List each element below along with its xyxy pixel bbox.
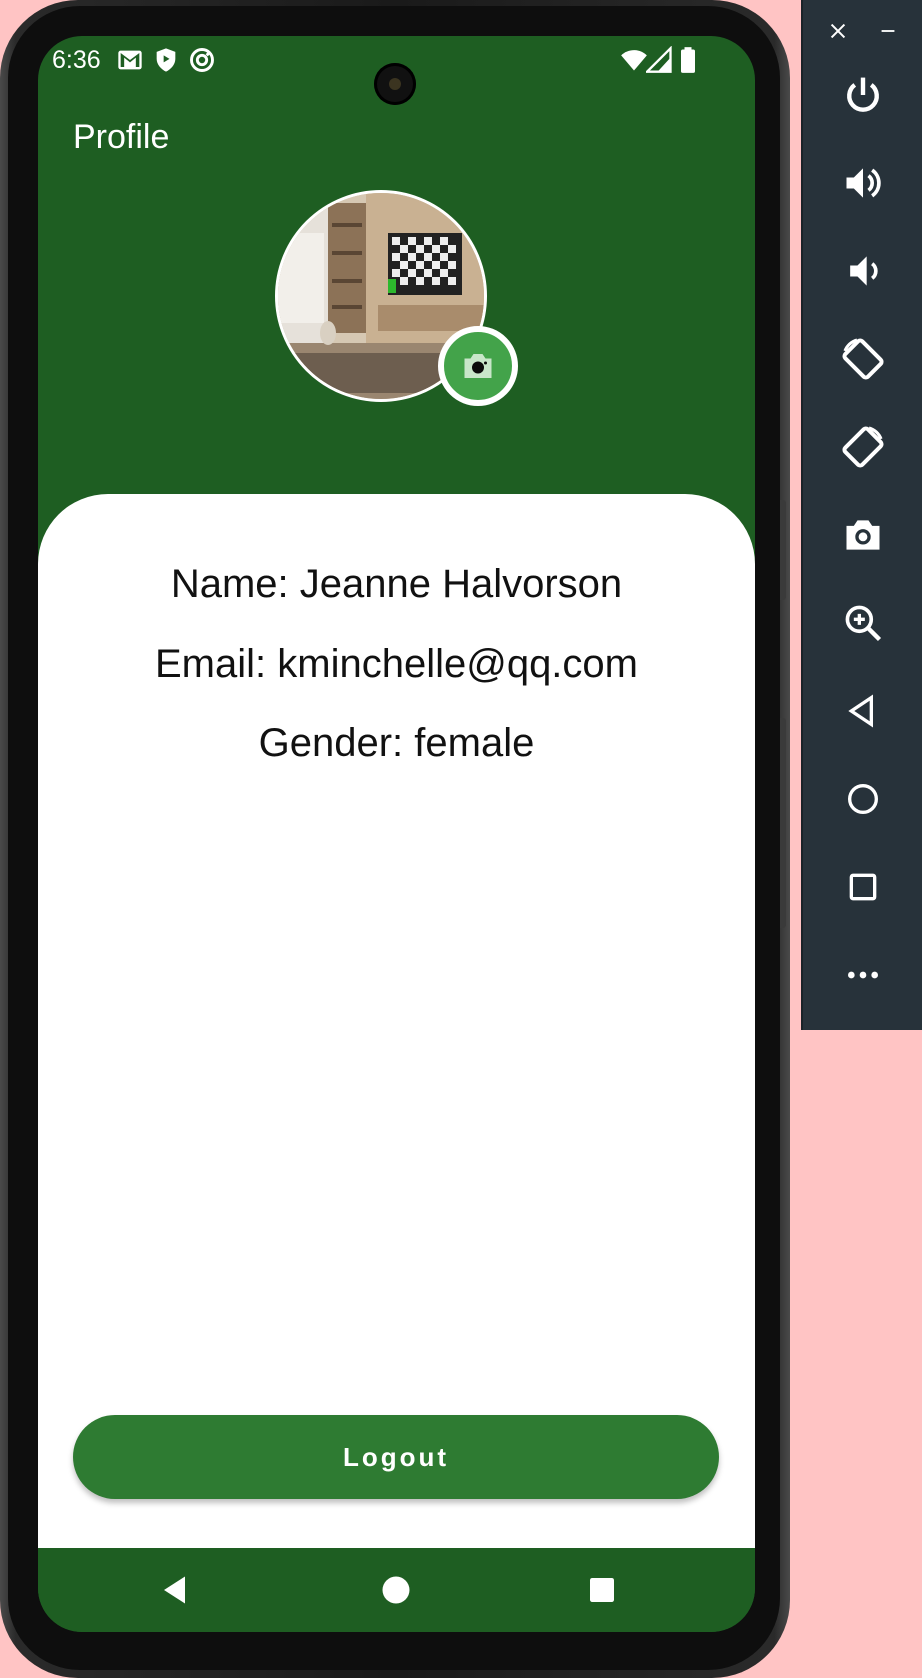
phone-volume-rocker — [780, 718, 786, 928]
at-sign-icon — [190, 48, 214, 72]
volume-down-icon — [850, 256, 878, 286]
volume-down-button[interactable] — [831, 239, 895, 303]
phone-side-button — [780, 500, 786, 600]
zoom-icon — [845, 605, 882, 642]
status-time: 6:36 — [52, 46, 101, 74]
rotate-right-icon — [842, 426, 884, 468]
more-icon — [848, 971, 878, 979]
close-icon[interactable] — [827, 20, 849, 42]
back-icon — [848, 694, 873, 728]
profile-email: Email: kminchelle@qq.com — [155, 642, 638, 686]
screenshot-button[interactable] — [831, 503, 895, 567]
volume-up-icon — [846, 168, 881, 198]
zoom-button[interactable] — [831, 591, 895, 655]
camera-icon — [464, 354, 492, 378]
overview-button[interactable] — [831, 855, 895, 919]
front-camera — [374, 63, 416, 105]
emulator-window-controls — [803, 14, 922, 48]
more-button[interactable] — [831, 943, 895, 1007]
emulator-toolbar — [801, 0, 922, 1030]
profile-name: Name: Jeanne Halvorson — [170, 562, 623, 606]
change-photo-button[interactable] — [438, 326, 518, 406]
phone-screen: 6:36 Profile Name: Jeanne Halvorson Emai… — [38, 36, 755, 1632]
rotate-left-icon — [842, 338, 884, 380]
home-button[interactable] — [831, 767, 895, 831]
power-button[interactable] — [831, 63, 895, 127]
screenshot-icon — [846, 520, 880, 550]
signal-icon — [646, 46, 672, 73]
volume-up-button[interactable] — [831, 151, 895, 215]
system-nav-bar — [38, 1548, 755, 1632]
wifi-icon — [621, 50, 647, 71]
overview-icon — [849, 873, 877, 901]
gmail-icon — [118, 50, 142, 70]
phone-frame: 6:36 Profile Name: Jeanne Halvorson Emai… — [0, 0, 790, 1678]
nav-overview-icon[interactable] — [584, 1572, 620, 1608]
battery-icon — [681, 47, 695, 73]
nav-home-icon[interactable] — [378, 1572, 414, 1608]
power-icon — [847, 77, 879, 112]
page-title: Profile — [73, 118, 170, 156]
logout-button[interactable]: Logout — [73, 1415, 719, 1499]
rotate-left-button[interactable] — [831, 327, 895, 391]
home-icon — [848, 784, 878, 814]
nav-back-icon[interactable] — [158, 1572, 194, 1608]
rotate-right-button[interactable] — [831, 415, 895, 479]
back-button[interactable] — [831, 679, 895, 743]
shield-icon — [156, 48, 176, 72]
profile-gender: Gender: female — [258, 721, 535, 765]
minimize-icon[interactable] — [877, 20, 899, 42]
